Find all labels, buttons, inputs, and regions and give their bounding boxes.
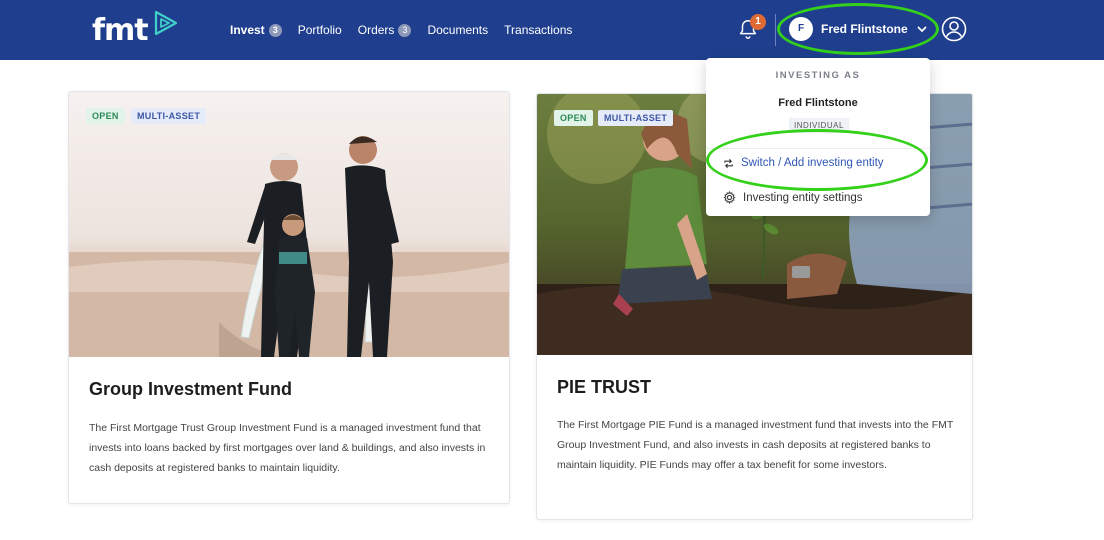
status-badge-open: OPEN <box>86 108 125 124</box>
fund-description: The First Mortgage PIE Fund is a managed… <box>557 419 954 471</box>
fund-title: Group Investment Fund <box>89 379 293 399</box>
nav-invest-label: Invest <box>230 23 265 37</box>
switch-entity-label: Switch / Add investing entity <box>741 157 884 169</box>
switch-arrows-icon <box>724 158 733 168</box>
switch-entity-menu-item[interactable]: Switch / Add investing entity <box>723 157 884 169</box>
fund-card-group-investment[interactable]: OPEN MULTI-ASSET Group Investment Fund T… <box>68 91 510 504</box>
nav-orders-badge: 3 <box>398 23 412 37</box>
investing-as-label: INVESTING AS <box>775 70 861 81</box>
user-name: Fred Flintstone <box>821 22 908 36</box>
header-divider <box>775 14 776 46</box>
nav-transactions-label: Transactions <box>504 23 573 37</box>
nav-invest[interactable]: Invest 3 <box>230 23 282 37</box>
nav-transactions[interactable]: Transactions <box>504 23 572 37</box>
fund-description: The First Mortgage Trust Group Investmen… <box>89 422 486 474</box>
entity-settings-label: Investing entity settings <box>743 191 863 204</box>
nav-invest-badge: 3 <box>268 23 282 37</box>
user-menu-toggle[interactable]: F Fred Flintstone <box>789 15 928 43</box>
logo-text: fmt <box>92 12 149 48</box>
avatar: F <box>789 17 813 41</box>
nav-orders[interactable]: Orders 3 <box>358 23 412 37</box>
nav-orders-label: Orders <box>357 23 395 37</box>
nav-documents-label: Documents <box>427 23 489 37</box>
entity-type-badge: INDIVIDUAL <box>789 118 849 133</box>
nav-portfolio[interactable]: Portfolio <box>298 23 342 37</box>
fund-title: PIE TRUST <box>557 377 652 397</box>
nav-documents[interactable]: Documents <box>427 23 488 37</box>
category-badge-multi-asset: MULTI-ASSET <box>598 110 674 126</box>
logo-play-icon <box>154 10 177 36</box>
top-navbar: fmt Invest 3 Portfolio Orders 3 Document… <box>0 0 1104 60</box>
category-badge-multi-asset: MULTI-ASSET <box>131 108 207 124</box>
notification-badge: 1 <box>750 14 766 30</box>
investing-entity-dropdown: INVESTING AS Fred Flintstone INDIVIDUAL … <box>706 58 930 216</box>
account-circle-icon[interactable] <box>941 16 967 42</box>
main-nav: Invest 3 Portfolio Orders 3 Documents Tr… <box>230 0 572 60</box>
beach-family-photo <box>69 92 509 357</box>
nav-portfolio-label: Portfolio <box>297 23 342 37</box>
entity-name: Fred Flintstone <box>778 97 858 109</box>
chevron-down-icon <box>917 26 927 32</box>
gear-icon <box>723 191 736 204</box>
fmt-logo[interactable]: fmt <box>92 10 180 50</box>
status-badge-open: OPEN <box>554 110 593 126</box>
dropdown-divider <box>706 148 930 149</box>
entity-settings-menu-item[interactable]: Investing entity settings <box>723 191 863 204</box>
